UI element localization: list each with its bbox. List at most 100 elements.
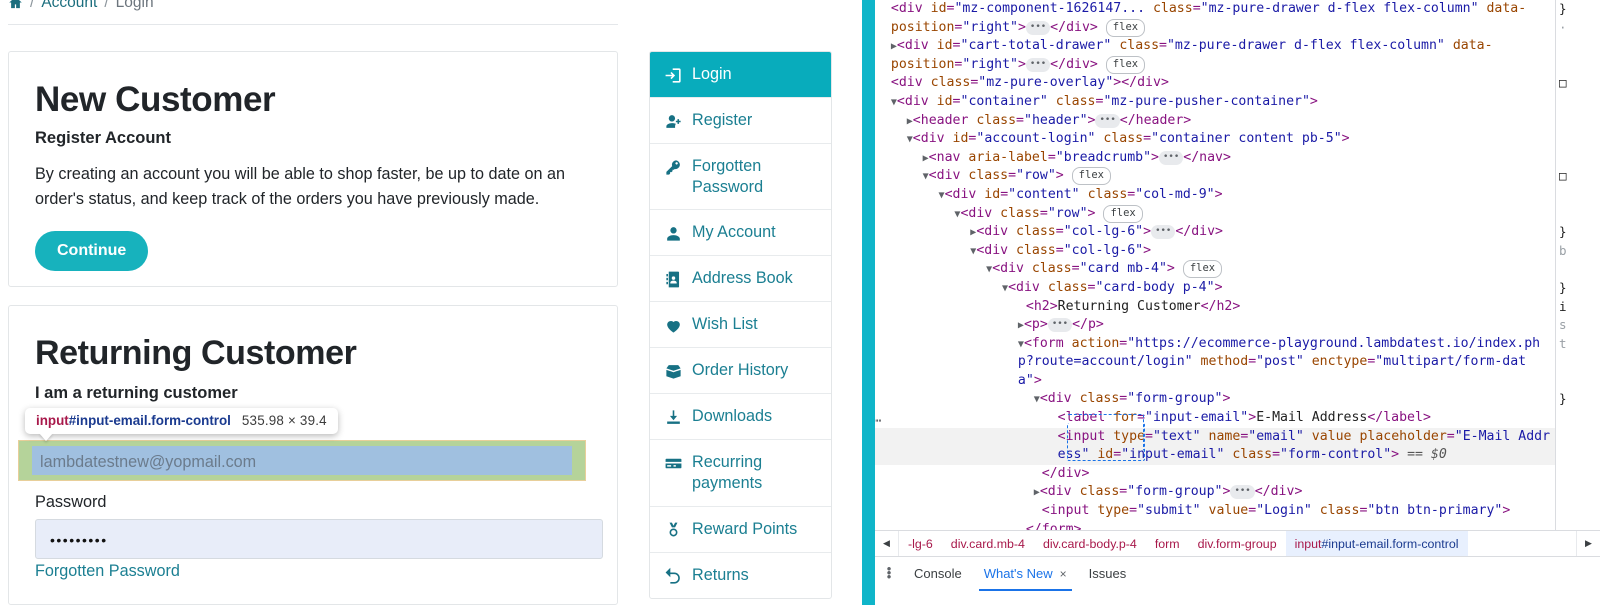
collapsed-children-icon[interactable]: ••• <box>1159 151 1183 165</box>
dom-line[interactable]: <div id="account-login" class="container… <box>875 130 1555 149</box>
dom-breadcrumb-item[interactable]: input#input-email.form-control <box>1286 531 1468 556</box>
account-nav-item-recurring-payments[interactable]: Recurring payments <box>650 440 831 506</box>
dom-line[interactable]: ess" id="input-email" class="form-contro… <box>875 446 1555 465</box>
styles-rule-fragment[interactable]: · <box>1556 19 1600 38</box>
breadcrumb-scroll-left-icon[interactable]: ◀ <box>875 531 899 556</box>
styles-rule-fragment[interactable] <box>1556 37 1600 56</box>
more-vertical-icon[interactable]: ••• <box>875 557 903 579</box>
styles-rule-fragment[interactable] <box>1556 56 1600 75</box>
styles-pane-strip[interactable]: }·□□}b}ist} <box>1555 0 1600 605</box>
styles-rule-fragment[interactable]: □ <box>1556 74 1600 93</box>
new-customer-card: New Customer Register Account By creatin… <box>8 51 618 287</box>
account-nav-item-register[interactable]: Register <box>650 98 831 144</box>
collapsed-children-icon[interactable]: ••• <box>1026 58 1050 72</box>
collapsed-children-icon[interactable]: ••• <box>1048 318 1072 332</box>
dom-line[interactable]: <label for="input-email">E-Mail Address<… <box>875 409 1555 428</box>
account-nav-item-reward-points[interactable]: Reward Points <box>650 507 831 553</box>
dom-punct: </ <box>1183 150 1199 165</box>
styles-rule-fragment[interactable] <box>1556 149 1600 168</box>
dom-breadcrumb-item[interactable]: -lg-6 <box>899 531 942 556</box>
drawer-tab-console[interactable]: Console <box>903 561 973 587</box>
dom-line[interactable]: <nav aria-label="breadcrumb">•••</nav> <box>875 149 1555 168</box>
styles-rule-fragment[interactable]: } <box>1556 279 1600 298</box>
styles-rule-fragment[interactable]: } <box>1556 0 1600 19</box>
dom-line[interactable]: <input type="submit" value="Login" class… <box>875 502 1555 521</box>
dom-line[interactable]: </form> <box>875 521 1555 530</box>
styles-rule-fragment[interactable] <box>1556 260 1600 279</box>
dom-line[interactable]: <div id="content" class="col-md-9"> <box>875 186 1555 205</box>
home-icon[interactable] <box>8 0 23 12</box>
flex-badge[interactable]: flex <box>1106 56 1145 74</box>
dom-line[interactable]: <input type="text" name="email" value pl… <box>875 428 1555 447</box>
styles-rule-fragment[interactable]: } <box>1556 390 1600 409</box>
dom-line[interactable]: p?route=account/login" method="post" enc… <box>875 353 1555 372</box>
account-nav-item-forgotten-password[interactable]: Forgotten Password <box>650 144 831 210</box>
account-nav-item-downloads[interactable]: Downloads <box>650 394 831 440</box>
styles-rule-fragment[interactable]: i <box>1556 298 1600 317</box>
breadcrumb-account-link[interactable]: Account <box>41 0 97 12</box>
styles-rule-fragment[interactable] <box>1556 372 1600 391</box>
dom-line[interactable]: <div class="mz-pure-overlay"></div> <box>875 74 1555 93</box>
collapsed-children-icon[interactable]: ••• <box>1151 225 1175 239</box>
dom-line[interactable]: position="right">•••</div> flex <box>875 56 1555 75</box>
forgotten-password-link[interactable]: Forgotten Password <box>35 562 180 581</box>
styles-rule-fragment[interactable] <box>1556 130 1600 149</box>
dom-line[interactable]: <div class="card mb-4"> flex <box>875 260 1555 279</box>
dom-line[interactable]: <div class="form-group"> <box>875 390 1555 409</box>
styles-rule-fragment[interactable] <box>1556 112 1600 131</box>
dom-line[interactable]: <div class="card-body p-4"> <box>875 279 1555 298</box>
password-input[interactable]: ••••••••• <box>35 519 603 559</box>
dom-line[interactable]: <h2>Returning Customer</h2> <box>875 298 1555 317</box>
dom-line[interactable]: <div class="col-lg-6"> <box>875 242 1555 261</box>
dom-line[interactable]: <div class="form-group">•••</div> <box>875 483 1555 502</box>
account-nav-item-login[interactable]: Login <box>650 52 831 98</box>
dom-line[interactable]: <header class="header">•••</header> <box>875 112 1555 131</box>
dom-line[interactable]: <div id="mz-component-1626147... class="… <box>875 0 1555 19</box>
dom-tree-pane[interactable]: <div id="mz-component-1626147... class="… <box>875 0 1555 530</box>
dom-tag: header <box>921 113 969 128</box>
styles-rule-fragment[interactable]: t <box>1556 335 1600 354</box>
dom-breadcrumb-item[interactable]: div.form-group <box>1189 531 1286 556</box>
styles-rule-fragment[interactable] <box>1556 353 1600 372</box>
flex-badge[interactable]: flex <box>1072 167 1111 185</box>
dom-line[interactable]: <div class="col-lg-6">•••</div> <box>875 223 1555 242</box>
dom-breadcrumb-item[interactable]: div.card-body.p-4 <box>1034 531 1146 556</box>
drawer-tab-what-s-new[interactable]: What's New× <box>973 561 1078 587</box>
dom-breadcrumb-item[interactable]: div.card.mb-4 <box>942 531 1034 556</box>
styles-rule-fragment[interactable] <box>1556 93 1600 112</box>
breadcrumb-scroll-right-icon[interactable]: ▶ <box>1576 531 1600 556</box>
dom-line[interactable]: <div id="cart-total-drawer" class="mz-pu… <box>875 37 1555 56</box>
flex-badge[interactable]: flex <box>1183 260 1222 278</box>
drawer-tab-issues[interactable]: Issues <box>1078 561 1138 587</box>
collapsed-children-icon[interactable]: ••• <box>1095 114 1119 128</box>
styles-rule-fragment[interactable]: □ <box>1556 167 1600 186</box>
dom-line[interactable]: a"> <box>875 372 1555 391</box>
dom-punct: = <box>1113 447 1121 462</box>
account-nav-item-returns[interactable]: Returns <box>650 553 831 598</box>
account-nav-item-wish-list[interactable]: Wish List <box>650 302 831 348</box>
dom-line[interactable]: <form action="https://ecommerce-playgrou… <box>875 335 1555 354</box>
styles-rule-fragment[interactable] <box>1556 205 1600 224</box>
styles-rule-fragment[interactable]: b <box>1556 242 1600 261</box>
dom-line[interactable]: position="right">•••</div> flex <box>875 19 1555 38</box>
collapsed-children-icon[interactable]: ••• <box>1026 21 1050 35</box>
dom-line[interactable]: </div> <box>875 465 1555 484</box>
flex-badge[interactable]: flex <box>1106 19 1145 37</box>
styles-rule-fragment[interactable]: s <box>1556 316 1600 335</box>
account-nav-item-my-account[interactable]: My Account <box>650 210 831 256</box>
flex-badge[interactable]: flex <box>1103 205 1142 223</box>
styles-rule-fragment[interactable]: } <box>1556 223 1600 242</box>
continue-button[interactable]: Continue <box>35 231 148 271</box>
dom-breadcrumb-item[interactable]: form <box>1146 531 1189 556</box>
dom-line[interactable]: <div id="container" class="mz-pure-pushe… <box>875 93 1555 112</box>
close-icon[interactable]: × <box>1060 567 1067 581</box>
dom-line[interactable]: <div class="row"> flex <box>875 205 1555 224</box>
dom-line[interactable]: <p>•••</p> <box>875 316 1555 335</box>
dom-space <box>1445 38 1453 53</box>
dom-val: "input-email" <box>1145 410 1248 425</box>
collapsed-children-icon[interactable]: ••• <box>1230 485 1254 499</box>
dom-line[interactable]: <div class="row"> flex <box>875 167 1555 186</box>
account-nav-item-order-history[interactable]: Order History <box>650 348 831 394</box>
styles-rule-fragment[interactable] <box>1556 186 1600 205</box>
account-nav-item-address-book[interactable]: Address Book <box>650 256 831 302</box>
